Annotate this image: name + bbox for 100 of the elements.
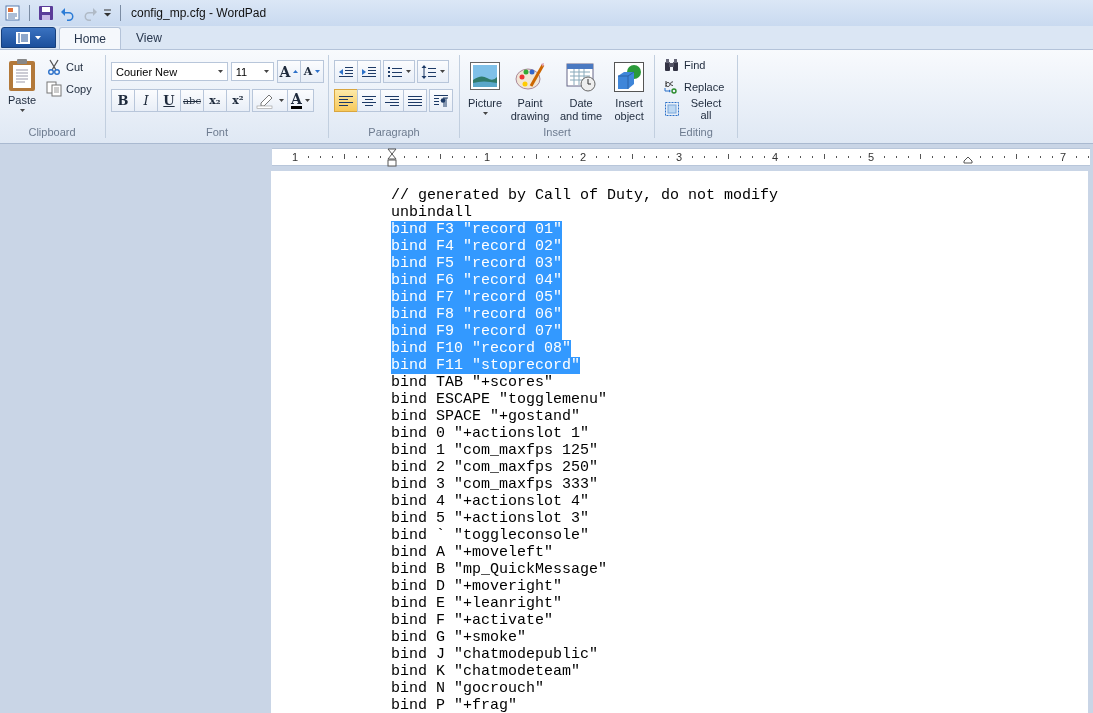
text-line: bind N "gocrouch": [391, 680, 545, 697]
right-indent-marker-icon[interactable]: [963, 156, 973, 164]
strikethrough-button[interactable]: abc: [180, 89, 204, 112]
find-button[interactable]: Find: [660, 55, 732, 74]
ribbon-tab[interactable]: Home: [59, 27, 121, 49]
align-left-button[interactable]: [334, 89, 358, 112]
text-line: bind 5 "+actionslot 3": [391, 510, 590, 527]
align-left-icon: [338, 93, 354, 108]
ruler-number: 1: [292, 150, 299, 165]
shrink-font-button[interactable]: A: [300, 60, 324, 83]
palette-icon: [515, 62, 545, 92]
ruler-number: 5: [868, 150, 875, 165]
decrease-indent-button[interactable]: [334, 60, 358, 83]
line-spacing-button[interactable]: [417, 60, 449, 83]
subscript-button[interactable]: x₂: [203, 89, 227, 112]
text-line: bind G "+smoke": [391, 629, 527, 646]
text-line: bind 1 "com_maxfps 125": [391, 442, 599, 459]
group-label: Insert: [542, 126, 572, 140]
text-line: bind K "chatmodeteam": [391, 663, 581, 680]
text-line: bind SPACE "+gostand": [391, 408, 581, 425]
font-color-button[interactable]: A: [287, 89, 314, 112]
date-and-time-button[interactable]: Date and time: [555, 55, 608, 123]
shapes-icon: [614, 62, 645, 92]
align-right-button[interactable]: [380, 89, 404, 112]
customize-menu-icon[interactable]: [104, 9, 112, 17]
indent-icon: [361, 64, 377, 79]
caret-icon: [482, 112, 488, 115]
clipboard-icon: [7, 58, 37, 92]
paragraph-icon: [433, 93, 449, 108]
scissors-icon: [46, 58, 62, 75]
ruler-number: 3: [676, 150, 683, 165]
text-line: bind 4 "+actionslot 4": [391, 493, 590, 510]
ruler-number: 1: [484, 150, 491, 165]
increase-indent-button[interactable]: [357, 60, 381, 83]
ribbon-tab[interactable]: View: [121, 27, 177, 49]
justify-button[interactable]: [403, 89, 427, 112]
ruler-number: 4: [772, 150, 779, 165]
outdent-icon: [338, 64, 354, 79]
text-line: bind 3 "com_maxfps 333": [391, 476, 599, 493]
picture-button[interactable]: Picture: [465, 55, 505, 123]
caret-icon: [279, 99, 284, 102]
caret-icon: [19, 109, 25, 112]
landscape-icon: [470, 62, 500, 92]
cut-button[interactable]: Cut: [42, 57, 96, 76]
text-line: unbindall: [391, 204, 472, 221]
justify-icon: [407, 93, 423, 108]
italic-button[interactable]: I: [134, 89, 158, 112]
replace-button[interactable]: Replace: [660, 77, 732, 96]
align-right-icon: [384, 93, 400, 108]
line-spacing-icon: [421, 64, 437, 79]
ruler-number: 2: [580, 150, 587, 165]
list-icon: [387, 64, 403, 79]
superscript-button[interactable]: x²: [226, 89, 250, 112]
application-menu-button[interactable]: [1, 27, 56, 48]
wordpad-icon: [5, 5, 21, 21]
text-line: bind ESCAPE "togglemenu": [391, 391, 608, 408]
bullet-list-button[interactable]: [383, 60, 415, 83]
center-button[interactable]: [357, 89, 381, 112]
caret-icon: [217, 70, 223, 73]
replace-icon: [664, 78, 680, 95]
select-all-button[interactable]: Select all: [660, 99, 732, 118]
paste-button[interactable]: Paste: [4, 55, 40, 123]
paint-drawing-button[interactable]: Paint drawing: [507, 55, 553, 123]
indent-marker-icon[interactable]: [387, 148, 397, 168]
calendar-clock-icon: [566, 62, 597, 92]
text-line: bind A "+moveleft": [391, 544, 554, 561]
highlighter-icon: [256, 92, 276, 109]
caret-icon: [406, 70, 411, 73]
group-label: Editing: [678, 126, 714, 140]
grow-font-button[interactable]: A: [277, 60, 301, 83]
document-icon: [16, 31, 30, 44]
binoculars-icon: [664, 56, 680, 73]
caret-icon: [35, 35, 41, 40]
save-icon[interactable]: [38, 5, 54, 21]
select-all-icon: [664, 100, 680, 117]
text-line: bind F "+activate": [391, 612, 554, 629]
window-title: config_mp.cfg - WordPad: [131, 6, 267, 20]
highlight-color-button[interactable]: [252, 89, 288, 112]
bold-button[interactable]: B: [111, 89, 135, 112]
text-line: bind J "chatmodepublic": [391, 646, 599, 663]
group-label: Font: [205, 126, 229, 140]
text-line: bind ` "toggleconsole": [391, 527, 590, 544]
paragraph-button[interactable]: [429, 89, 453, 112]
text-line: // generated by Call of Duty, do not modify: [391, 187, 779, 204]
copy-button[interactable]: Copy: [42, 79, 96, 98]
font-name-field[interactable]: Courier New: [111, 62, 228, 81]
group-label: Paragraph: [367, 126, 421, 140]
text-line: bind E "+leanright": [391, 595, 563, 612]
copy-icon: [46, 80, 62, 97]
caret-icon: [264, 70, 269, 73]
text-line: bind TAB "+scores": [391, 374, 554, 391]
text-line: bind B "mp_QuickMessage": [391, 561, 608, 578]
insert-object-button[interactable]: Insert object: [609, 55, 649, 123]
ruler-number: 7: [1060, 150, 1067, 165]
group-label: Clipboard: [27, 126, 77, 140]
text-line: bind 0 "+actionslot 1": [391, 425, 590, 442]
underline-button[interactable]: U: [157, 89, 181, 112]
text-line: bind 2 "com_maxfps 250": [391, 459, 599, 476]
caret-icon: [440, 70, 445, 73]
font-size-field[interactable]: 11: [230, 62, 274, 81]
